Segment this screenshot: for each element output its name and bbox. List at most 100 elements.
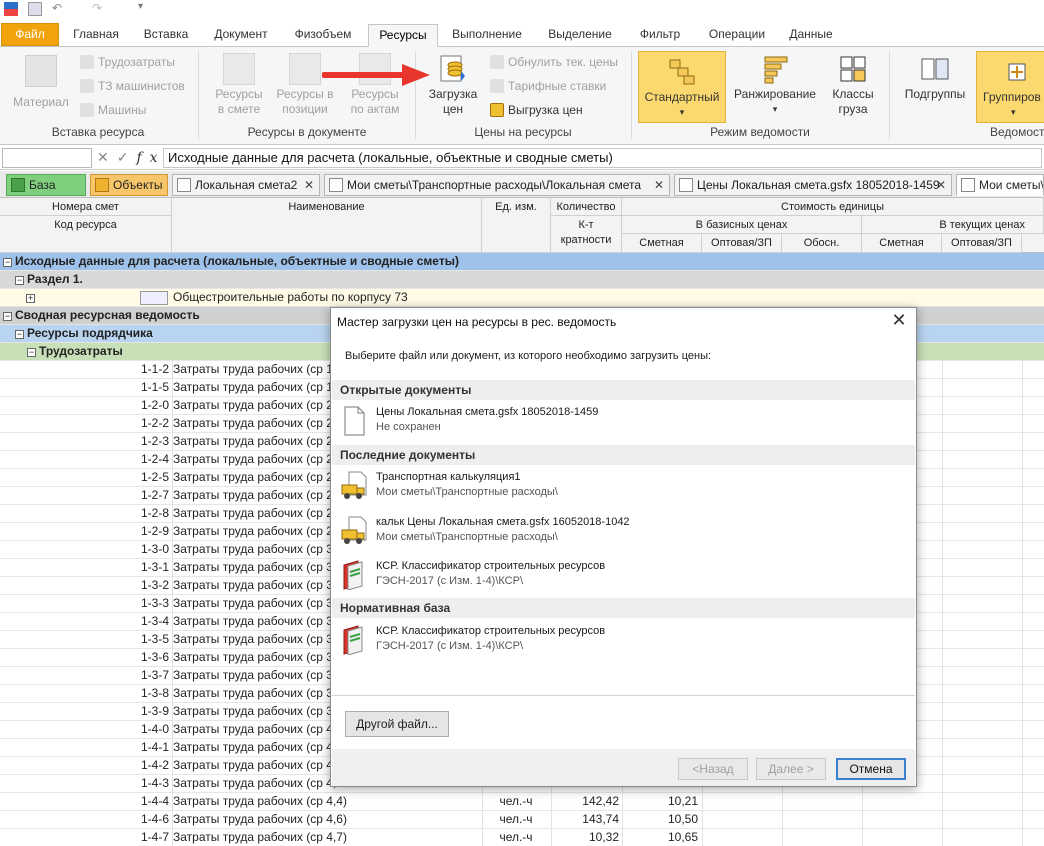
other-file-button[interactable]: Другой файл... xyxy=(345,711,449,737)
doc-tab-objects[interactable]: Объекты xyxy=(90,174,168,196)
tab-document[interactable]: Документ xyxy=(206,24,276,47)
confirm-icon[interactable]: ✓ xyxy=(117,149,137,165)
tab-filter[interactable]: Фильтр xyxy=(630,24,690,47)
expand-icon[interactable]: + xyxy=(26,294,35,303)
machinist-labor-button[interactable]: ТЗ машинистов xyxy=(80,77,185,95)
save-icon[interactable] xyxy=(28,2,42,16)
next-button[interactable]: Далее > xyxy=(756,758,826,780)
group-title: Исходные данные для расчета (локальные, … xyxy=(15,254,459,268)
load-prices-dialog: Мастер загрузки цен на ресурсы в рес. ве… xyxy=(330,307,917,787)
col-header-coef[interactable]: К-т кратности xyxy=(551,216,622,253)
col-header-unit-cost[interactable]: Стоимость единицы xyxy=(622,198,1044,216)
customize-qat-icon[interactable]: ▾ xyxy=(138,2,152,16)
fx-icon[interactable]: fx xyxy=(136,150,165,166)
resource-cost: 10,21 xyxy=(667,794,698,808)
reset-prices-button[interactable]: Обнулить тек. цены xyxy=(490,53,618,71)
document-icon xyxy=(329,178,343,192)
group-row-section1[interactable]: − Раздел 1. xyxy=(0,271,1044,289)
tab-selection[interactable]: Выделение xyxy=(540,24,620,47)
norm-doc-item[interactable]: КСР. Классификатор строительных ресурсов… xyxy=(339,625,909,665)
table-row[interactable]: 1-4-7 Затраты труда рабочих (ср 4,7) чел.-… xyxy=(0,829,1044,846)
doc-tab-base[interactable]: База xyxy=(6,174,86,196)
name-box[interactable] xyxy=(2,148,92,168)
resource-code: 1-3-8 xyxy=(140,686,169,700)
col-header-justification[interactable]: Обосн. xyxy=(782,234,862,253)
tab-data[interactable]: Данные xyxy=(782,24,840,47)
machinist-label: ТЗ машинистов xyxy=(98,79,185,93)
doc-tab-label: База xyxy=(29,178,56,192)
col-header-unit[interactable]: Ед. изм. xyxy=(482,198,551,253)
close-icon[interactable]: ✕ xyxy=(304,175,314,195)
close-icon[interactable]: ✕ xyxy=(936,175,946,195)
resource-cost: 10,50 xyxy=(667,812,698,826)
group-title: Сводная ресурсная ведомость xyxy=(15,308,200,322)
label-line2: груза xyxy=(838,102,868,116)
standard-mode-button[interactable]: Стандартный ▾ xyxy=(638,51,726,123)
redo-icon[interactable]: ↷ xyxy=(92,2,106,16)
cancel-button[interactable]: Отмена xyxy=(836,758,906,780)
doc-tab-local-estimate2[interactable]: Локальная смета2 ✕ xyxy=(172,174,320,196)
machines-button[interactable]: Машины xyxy=(80,101,146,119)
resources-in-estimate-button[interactable]: Ресурсы в смете xyxy=(208,53,270,123)
table-row[interactable]: 1-4-4 Затраты труда рабочих (ср 4,4) чел.-… xyxy=(0,793,1044,811)
back-button[interactable]: <Назад xyxy=(678,758,748,780)
document-icon xyxy=(961,178,975,192)
doc-tab-transport-local[interactable]: Мои сметы\Транспортные расходы\Локальная… xyxy=(324,174,670,196)
col-header-wholesale[interactable]: Оптовая/ЗП xyxy=(702,234,782,253)
grouping-button[interactable]: Группиров ▾ xyxy=(976,51,1044,123)
recent-doc-item[interactable]: кальк Цены Локальная смета.gsfx 16052018… xyxy=(339,516,909,556)
estimate-name: Общестроительные работы по корпусу 73 xyxy=(173,290,408,304)
ribbon-tabs: Файл Главная Вставка Документ Физобъем Р… xyxy=(0,20,1044,47)
collapse-icon[interactable]: − xyxy=(27,348,36,357)
resource-code: 1-1-5 xyxy=(140,380,169,394)
tab-physvolume[interactable]: Физобъем xyxy=(286,24,360,47)
doc-tab-prices[interactable]: Цены Локальная смета.gsfx 18052018-1459 ✕ xyxy=(674,174,952,196)
close-icon[interactable]: ✕ xyxy=(654,175,664,195)
tab-operations[interactable]: Операции xyxy=(698,24,776,47)
collapse-icon[interactable]: − xyxy=(15,330,24,339)
dropdown-arrow-icon: ▾ xyxy=(772,104,778,114)
col-header-current[interactable]: В текущих ценах xyxy=(862,216,1044,234)
grouping-label: Группиров xyxy=(983,90,1041,104)
collapse-icon[interactable]: − xyxy=(3,312,12,321)
load-prices-button[interactable]: Загрузка цен xyxy=(424,53,482,123)
collapse-icon[interactable]: − xyxy=(15,276,24,285)
col-header-base[interactable]: В базисных ценах xyxy=(622,216,862,234)
col-header-smetnaya-current[interactable]: Сметная xyxy=(862,234,942,253)
resource-code: 1-2-8 xyxy=(140,506,169,520)
collapse-icon[interactable]: − xyxy=(3,258,12,267)
reset-label: Обнулить тек. цены xyxy=(508,55,618,69)
material-button[interactable]: Материал xyxy=(8,53,74,123)
col-header-wholesale-current[interactable]: Оптовая/ЗП xyxy=(942,234,1022,253)
tab-file[interactable]: Файл xyxy=(1,23,59,46)
open-doc-item[interactable]: Цены Локальная смета.gsfx 18052018-1459 … xyxy=(339,406,909,446)
table-row[interactable]: 1-4-6 Затраты труда рабочих (ср 4,6) чел.-… xyxy=(0,811,1044,829)
ranking-mode-button[interactable]: Ранжирование ▾ xyxy=(730,53,820,123)
col-header-code[interactable]: Код ресурса xyxy=(0,216,172,253)
col-header-qty[interactable]: Количество xyxy=(551,198,622,216)
group-row-source-data[interactable]: − Исходные данные для расчета (локальные,… xyxy=(0,253,1044,271)
tab-execution[interactable]: Выполнение xyxy=(444,24,530,47)
tariff-rates-button[interactable]: Тарифные ставки xyxy=(490,77,606,95)
export-prices-button[interactable]: Выгрузка цен xyxy=(490,101,583,119)
cancel-icon[interactable]: ✕ xyxy=(97,149,117,165)
recent-doc-item[interactable]: КСР. Классификатор строительных ресурсов… xyxy=(339,560,909,600)
resource-code: 1-3-9 xyxy=(140,704,169,718)
col-header-smetnaya[interactable]: Сметная xyxy=(622,234,702,253)
tab-insert[interactable]: Вставка xyxy=(136,24,196,47)
close-icon[interactable]: ✕ xyxy=(890,311,908,330)
recent-doc-item[interactable]: Транспортная калькуляция1 Мои сметы\Тран… xyxy=(339,471,909,511)
labor-button[interactable]: Трудозатраты xyxy=(80,53,175,71)
subgroups-button[interactable]: Подгруппы xyxy=(898,53,972,123)
col-header-name[interactable]: Наименование xyxy=(172,198,482,253)
doc-path: Не сохранен xyxy=(376,421,441,433)
formula-input[interactable]: Исходные данные для расчета (локальные, … xyxy=(163,148,1042,168)
doc-tab-my-estimates[interactable]: Мои сметы\ xyxy=(956,174,1044,196)
price-group-label: Цены на ресурсы xyxy=(474,125,572,139)
tab-home[interactable]: Главная xyxy=(66,24,126,47)
undo-icon[interactable]: ↶ xyxy=(52,2,66,16)
cargo-classes-button[interactable]: Классы груза xyxy=(824,53,882,123)
col-header-numbers[interactable]: Номера смет xyxy=(0,198,172,216)
tab-resources[interactable]: Ресурсы xyxy=(368,24,438,47)
estimate-row[interactable]: + Общестроительные работы по корпусу 73 xyxy=(0,289,1044,307)
